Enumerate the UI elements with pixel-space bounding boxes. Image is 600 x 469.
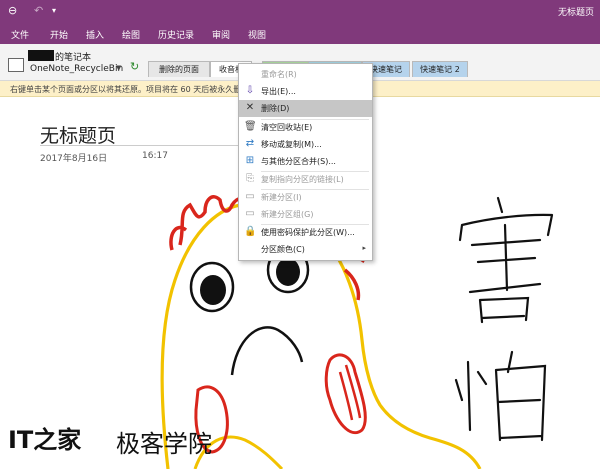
- mouth-stroke: [230, 326, 304, 376]
- link-icon: ⎘: [246, 173, 254, 184]
- menu-item-rename[interactable]: 重命名(R): [239, 66, 372, 83]
- handwriting-char-2: [454, 350, 547, 442]
- delete-icon: ✕: [245, 102, 255, 113]
- rename-icon: [244, 68, 256, 80]
- context-menu: 重命名(R) ⇩ 导出(E)... ✕ 删除(D) 🗑 清空回收站(E) ⇄ 移…: [238, 63, 373, 261]
- submenu-arrow-icon: ▸: [362, 244, 366, 252]
- menu-item-export[interactable]: ⇩ 导出(E)...: [239, 83, 372, 100]
- menu-item-copy-link[interactable]: ⎘ 复制指向分区的链接(L): [239, 171, 372, 188]
- left-eye-pupil: [200, 275, 226, 305]
- watermark-text: 极客学院: [116, 430, 212, 458]
- menu-item-merge[interactable]: ⊞ 与其他分区合并(S)...: [239, 153, 372, 170]
- menu-item-move-copy[interactable]: ⇄ 移动或复制(M)...: [239, 136, 372, 153]
- menu-item-new-section-group[interactable]: ▭ 新建分区组(G): [239, 206, 372, 223]
- right-cheek-fill-stroke: [338, 364, 362, 421]
- menu-item-password-protect[interactable]: 🔒 使用密码保护此分区(W)...: [239, 224, 372, 241]
- new-section-group-icon: ▭: [245, 208, 255, 219]
- export-icon: ⇩: [245, 85, 255, 96]
- menu-item-empty-recycle-bin[interactable]: 🗑 清空回收站(E): [239, 119, 372, 136]
- menu-item-delete[interactable]: ✕ 删除(D): [239, 100, 372, 117]
- trash-icon: 🗑: [244, 121, 257, 132]
- menu-item-new-section[interactable]: ▭ 新建分区(I): [239, 189, 372, 206]
- merge-icon: ⊞: [245, 155, 255, 166]
- menu-item-section-color[interactable]: 分区颜色(C) ▸: [239, 241, 372, 258]
- watermark-logo: IT之家: [8, 426, 82, 454]
- right-eye-pupil: [276, 258, 300, 286]
- handwriting-char-1: [458, 196, 554, 324]
- new-section-icon: ▭: [245, 191, 255, 202]
- color-icon: [244, 243, 256, 255]
- move-icon: ⇄: [245, 138, 255, 149]
- lock-icon: 🔒: [244, 226, 257, 237]
